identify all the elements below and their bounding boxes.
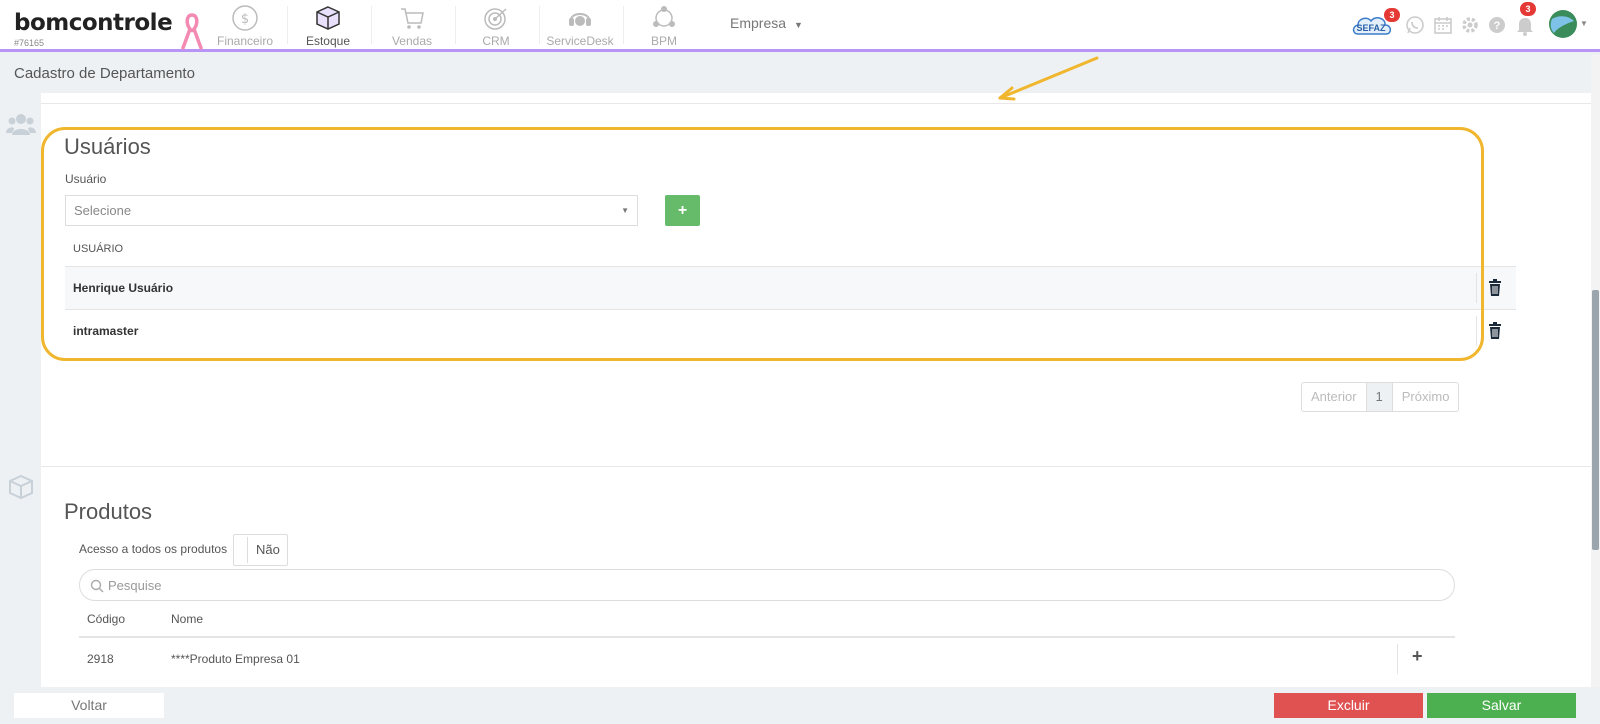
annotation-arrow-icon	[998, 56, 1099, 101]
table-row[interactable]: Henrique Usuário	[65, 266, 1516, 309]
sefaz-button[interactable]: SEFAZ 3	[1350, 8, 1400, 38]
whatsapp-icon[interactable]	[1404, 14, 1426, 36]
table-row[interactable]: intramaster	[65, 309, 1516, 352]
pagination-prev[interactable]: Anterior	[1302, 383, 1366, 411]
section-divider	[41, 103, 1591, 104]
users-icon	[6, 114, 36, 135]
pink-ribbon-icon	[181, 13, 203, 50]
column-header-usuario: USUÁRIO	[73, 243, 124, 255]
scrollbar-thumb[interactable]	[1592, 290, 1599, 550]
nav-vendas[interactable]: Vendas	[372, 4, 452, 48]
usuario-field-label: Usuário	[65, 172, 107, 186]
column-header-nome: Nome	[171, 612, 204, 626]
row-divider	[1397, 644, 1398, 674]
nav-label: Vendas	[391, 34, 433, 48]
caret-down-icon: ▼	[1580, 19, 1588, 28]
search-input[interactable]: Pesquise	[79, 569, 1455, 601]
caret-down-icon: ▼	[621, 206, 629, 215]
trash-icon[interactable]	[1485, 278, 1505, 298]
sefaz-label: SEFAZ	[1356, 23, 1386, 33]
cart-icon	[401, 8, 424, 29]
toggle-knob	[236, 537, 248, 563]
user-name: intramaster	[73, 324, 139, 338]
nav-label: BPM	[650, 34, 677, 48]
add-user-button[interactable]: +	[665, 195, 700, 226]
access-all-toggle[interactable]: Não	[233, 534, 288, 566]
headset-icon	[569, 13, 591, 26]
row-divider	[1476, 273, 1477, 303]
avatar	[1549, 10, 1577, 38]
nav-estoque[interactable]: Estoque	[288, 4, 368, 48]
empresa-dropdown[interactable]: Empresa ▼	[730, 15, 803, 31]
product-code: 2918	[87, 652, 114, 666]
svg-text:?: ?	[1494, 20, 1501, 32]
nav-servicedesk[interactable]: ServiceDesk	[540, 4, 620, 48]
main-content: Usuários Usuário Selecione ▼ + USUÁRIO H…	[41, 93, 1591, 687]
page-header: Cadastro de Departamento	[0, 55, 1600, 93]
empresa-label: Empresa	[730, 15, 787, 31]
help-icon[interactable]: ?	[1486, 14, 1508, 36]
nav-financeiro[interactable]: $ Financeiro	[205, 4, 285, 48]
scrollbar[interactable]	[1591, 55, 1600, 687]
section-rail	[0, 93, 41, 687]
calendar-icon[interactable]	[1432, 14, 1454, 36]
caret-down-icon: ▼	[794, 20, 803, 30]
trash-icon[interactable]	[1485, 321, 1505, 341]
dollar-circle-icon: $	[232, 5, 258, 31]
nav-bpm[interactable]: BPM	[624, 4, 704, 48]
produtos-title: Produtos	[64, 499, 153, 524]
target-icon	[484, 8, 507, 30]
search-icon	[90, 579, 104, 593]
row-divider	[1476, 316, 1477, 346]
notifications-button[interactable]: 3	[1514, 2, 1536, 36]
sefaz-badge: 3	[1384, 8, 1400, 22]
nav-label: CRM	[482, 34, 510, 48]
toggle-value: Não	[256, 542, 280, 557]
nav-label: Financeiro	[216, 34, 274, 48]
box-icon	[316, 6, 340, 30]
section-divider	[41, 466, 1591, 467]
user-name: Henrique Usuário	[73, 281, 174, 295]
add-product-icon[interactable]: +	[1412, 646, 1423, 667]
network-icon	[653, 6, 675, 27]
delete-button[interactable]: Excluir	[1274, 693, 1423, 718]
top-navbar: bomcontrole #76165 $ Financeiro Estoque …	[0, 0, 1600, 52]
usuario-select[interactable]: Selecione ▼	[65, 195, 638, 226]
brand-name: bomcontrole	[14, 10, 173, 36]
nav-label: ServiceDesk	[546, 34, 614, 48]
product-name: ****Produto Empresa 01	[171, 652, 300, 666]
pagination-next[interactable]: Próximo	[1393, 383, 1459, 411]
nav-crm[interactable]: CRM	[456, 4, 536, 48]
account-number: #76165	[14, 38, 45, 48]
page-title: Cadastro de Departamento	[14, 65, 195, 82]
pagination-current[interactable]: 1	[1365, 383, 1393, 411]
search-placeholder: Pesquise	[108, 578, 162, 593]
usuarios-title: Usuários	[64, 134, 151, 159]
notifications-badge: 3	[1520, 2, 1536, 16]
access-all-label: Acesso a todos os produtos	[79, 542, 228, 556]
select-placeholder: Selecione	[74, 203, 132, 218]
bell-icon	[1517, 18, 1533, 36]
footer-bar: Voltar Excluir Salvar	[0, 687, 1600, 724]
user-menu[interactable]: ▼	[1548, 9, 1588, 41]
save-button[interactable]: Salvar	[1427, 693, 1576, 718]
table-row[interactable]: 2918 ****Produto Empresa 01 +	[79, 636, 1455, 679]
svg-text:$: $	[241, 12, 249, 27]
pagination: Anterior 1 Próximo	[1301, 382, 1460, 412]
gear-icon[interactable]	[1459, 14, 1481, 36]
back-button[interactable]: Voltar	[14, 693, 164, 718]
box-icon	[9, 474, 33, 500]
brand-logo[interactable]: bomcontrole #76165	[14, 10, 173, 48]
nav-label: Estoque	[305, 34, 351, 48]
column-header-codigo: Código	[87, 612, 126, 626]
